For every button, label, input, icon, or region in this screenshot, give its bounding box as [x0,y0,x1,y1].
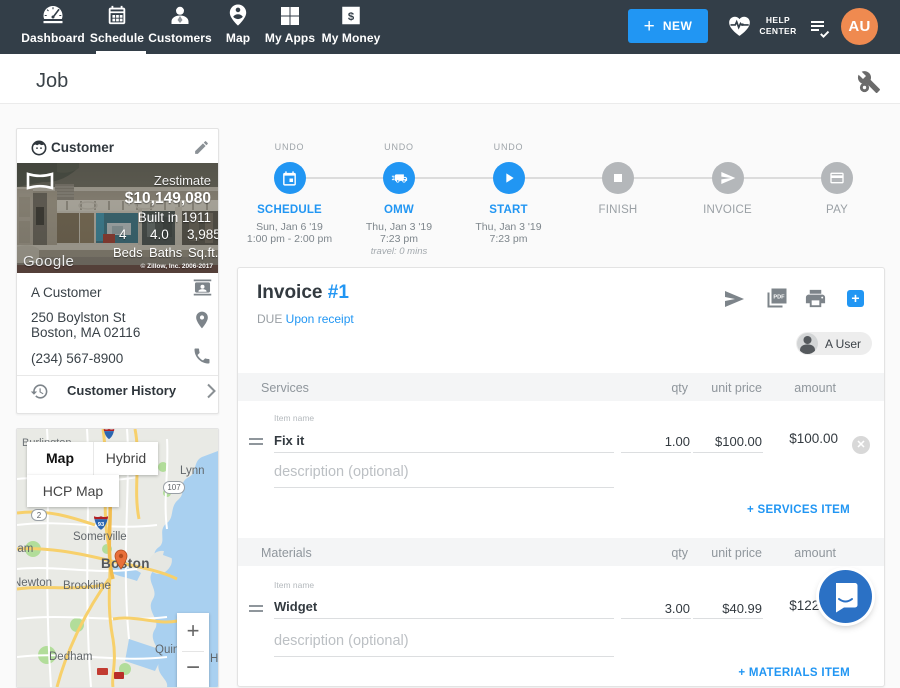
svg-text:$: $ [348,11,355,23]
svg-text:PDF: PDF [773,294,785,300]
svg-text:93: 93 [98,522,105,528]
